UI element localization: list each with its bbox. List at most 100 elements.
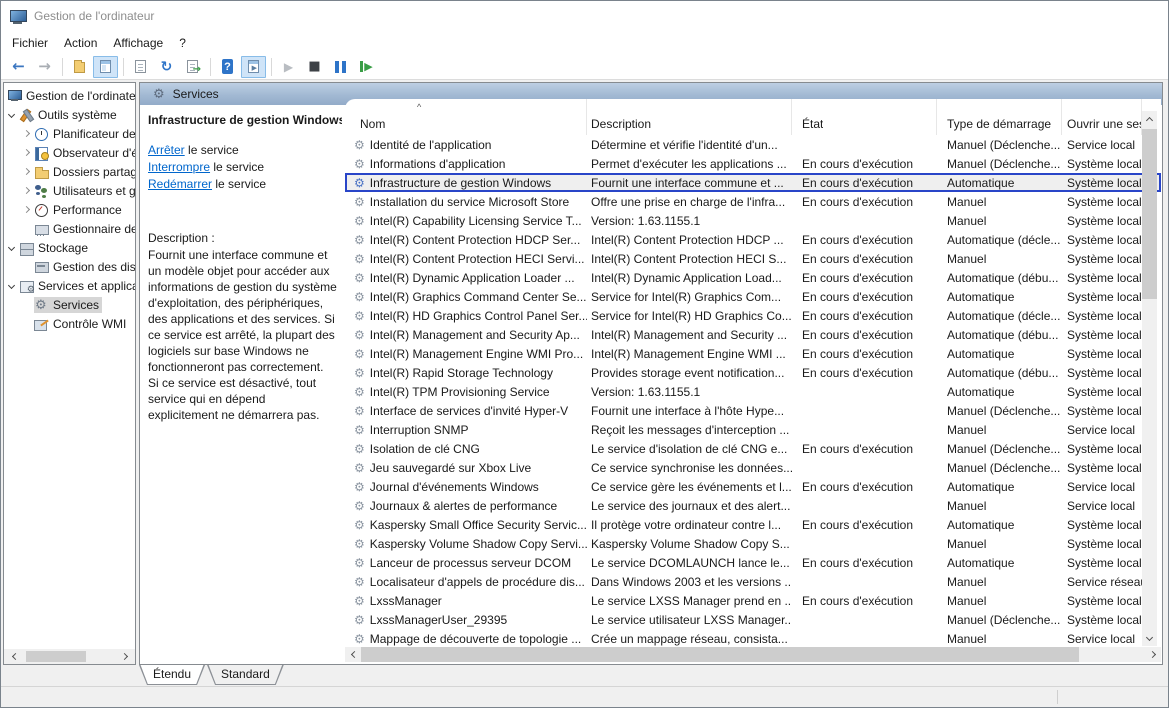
vertical-scrollbar[interactable] [1142, 111, 1157, 646]
export-list-button[interactable] [180, 56, 205, 78]
service-row[interactable]: ⚙Kaspersky Volume Shadow Copy Servi...Ka… [345, 534, 1161, 553]
tree-item-10[interactable]: Services et applications [4, 276, 135, 295]
properties-button[interactable] [128, 56, 153, 78]
pause-service-button[interactable] [328, 56, 353, 78]
column-header--tat[interactable]: État [792, 99, 937, 135]
tree-item-5[interactable]: Utilisateurs et groupes locaux [4, 181, 135, 200]
tab-label: Étendu [153, 665, 191, 681]
scroll-left-icon[interactable] [6, 649, 21, 664]
menu-item-action[interactable]: Action [56, 33, 105, 53]
scroll-up-icon[interactable] [1142, 111, 1157, 126]
tree-item-7[interactable]: Gestionnaire de périphériques [4, 219, 135, 238]
chevron-collapsed-icon[interactable] [19, 188, 34, 193]
stop-service-link[interactable]: Arrêter [148, 143, 185, 157]
chevron-collapsed-icon[interactable] [19, 131, 34, 136]
chevron-collapsed-icon[interactable] [19, 150, 34, 155]
service-startup-cell: Manuel [937, 575, 1062, 589]
menu-item-fichier[interactable]: Fichier [4, 33, 56, 53]
tree-item-label: Outils système [35, 107, 120, 123]
service-row[interactable]: ⚙Intel(R) Rapid Storage TechnologyProvid… [345, 363, 1161, 382]
tree-item-6[interactable]: Performance [4, 200, 135, 219]
stop-service-button[interactable]: ■ [302, 56, 327, 78]
tree-item-0[interactable]: Gestion de l'ordinateur [4, 86, 135, 105]
chevron-collapsed-icon[interactable] [19, 169, 34, 174]
column-header-type-de-d-marrage[interactable]: Type de démarrage [937, 99, 1062, 135]
vertical-scrollbar-thumb[interactable] [1142, 129, 1157, 299]
menu-item-help[interactable]: ? [171, 33, 194, 53]
service-logon-cell: Système local [1062, 271, 1142, 285]
service-row[interactable]: ⚙Intel(R) Management Engine WMI Pro...In… [345, 344, 1161, 363]
service-gear-icon: ⚙ [354, 405, 365, 417]
chevron-collapsed-icon[interactable] [19, 207, 34, 212]
tree-item-4[interactable]: Dossiers partagés [4, 162, 135, 181]
tree-horizontal-scrollbar[interactable] [4, 649, 135, 664]
service-row[interactable]: ⚙Informations d'applicationPermet d'exéc… [345, 154, 1161, 173]
scroll-right-icon[interactable] [118, 649, 133, 664]
service-row[interactable]: ⚙Intel(R) Capability Licensing Service T… [345, 211, 1161, 230]
service-row[interactable]: ⚙Intel(R) TPM Provisioning ServiceVersio… [345, 382, 1161, 401]
service-row[interactable]: ⚙LxssManagerUser_29395Le service utilisa… [345, 610, 1161, 629]
horizontal-scrollbar-thumb[interactable] [361, 647, 1079, 662]
service-startup-cell: Manuel (Déclenche... [937, 138, 1062, 152]
column-header-nom[interactable]: ^Nom [345, 99, 587, 135]
up-one-level-button[interactable] [67, 56, 92, 78]
service-name-cell: ⚙Jeu sauvegardé sur Xbox Live [345, 461, 587, 475]
service-row[interactable]: ⚙Intel(R) Dynamic Application Loader ...… [345, 268, 1161, 287]
service-logon-cell: Système local [1062, 442, 1142, 456]
show-console-tree-button[interactable] [93, 56, 118, 78]
service-row[interactable]: ⚙Intel(R) HD Graphics Control Panel Ser.… [345, 306, 1161, 325]
service-row[interactable]: ⚙Identité de l'applicationDétermine et v… [345, 135, 1161, 154]
service-row[interactable]: ⚙Installation du service Microsoft Store… [345, 192, 1161, 211]
service-row[interactable]: ⚙Mappage de découverte de topologie ...C… [345, 629, 1161, 648]
tree-item-11[interactable]: Services [4, 295, 135, 314]
column-header-label: Ouvrir une session en tant que [1067, 117, 1141, 131]
tab-standard[interactable]: Standard [207, 665, 284, 685]
service-gear-icon: ⚙ [354, 519, 365, 531]
chevron-expanded-icon[interactable] [4, 245, 19, 250]
tree-item-12[interactable]: Contrôle WMI [4, 314, 135, 333]
help-button[interactable] [215, 56, 240, 78]
service-row[interactable]: ⚙Journaux & alertes de performanceLe ser… [345, 496, 1161, 515]
service-row[interactable]: ⚙Interruption SNMPReçoit les messages d'… [345, 420, 1161, 439]
scroll-left-icon[interactable] [345, 647, 360, 662]
scroll-right-icon[interactable] [1146, 647, 1161, 662]
horizontal-scrollbar[interactable] [345, 647, 1161, 662]
tree-item-9[interactable]: Gestion des disques [4, 257, 135, 276]
service-row[interactable]: ⚙Localisateur d'appels de procédure dis.… [345, 572, 1161, 591]
service-row[interactable]: ⚙Lanceur de processus serveur DCOMLe ser… [345, 553, 1161, 572]
service-row[interactable]: ⚙Interface de services d'invité Hyper-VF… [345, 401, 1161, 420]
service-row[interactable]: ⚙Journal d'événements WindowsCe service … [345, 477, 1161, 496]
service-row[interactable]: ⚙Intel(R) Content Protection HDCP Ser...… [345, 230, 1161, 249]
service-name-cell: ⚙Interface de services d'invité Hyper-V [345, 404, 587, 418]
extended-view-button[interactable] [241, 56, 266, 78]
column-header-description[interactable]: Description [587, 99, 792, 135]
service-action-line: Interrompre le service [148, 160, 337, 174]
service-startup-cell: Manuel [937, 537, 1062, 551]
refresh-button[interactable]: ↻ [154, 56, 179, 78]
service-row[interactable]: ⚙Jeu sauvegardé sur Xbox LiveCe service … [345, 458, 1161, 477]
tree-item-8[interactable]: Stockage [4, 238, 135, 257]
menu-item-affichage[interactable]: Affichage [105, 33, 171, 53]
scroll-down-icon[interactable] [1142, 631, 1157, 646]
restart-service-button[interactable] [354, 56, 379, 78]
tree-item-3[interactable]: Observateur d'événements [4, 143, 135, 162]
service-row[interactable]: ⚙Kaspersky Small Office Security Servic.… [345, 515, 1161, 534]
chevron-expanded-icon[interactable] [4, 283, 19, 288]
chevron-expanded-icon[interactable] [4, 112, 19, 117]
back-button[interactable]: ← [6, 56, 31, 78]
service-row[interactable]: ⚙Intel(R) Content Protection HECI Servi.… [345, 249, 1161, 268]
service-name-cell: ⚙Interruption SNMP [345, 423, 587, 437]
tree-item-2[interactable]: Planificateur de tâches [4, 124, 135, 143]
service-startup-cell: Automatique (débu... [937, 328, 1062, 342]
restart-service-link[interactable]: Redémarrer [148, 177, 212, 191]
tree-item-1[interactable]: Outils système [4, 105, 135, 124]
tab-etendu[interactable]: Étendu [139, 665, 205, 685]
service-row[interactable]: ⚙Intel(R) Management and Security Ap...I… [345, 325, 1161, 344]
service-row[interactable]: ⚙Infrastructure de gestion WindowsFourni… [345, 173, 1161, 192]
service-row[interactable]: ⚙Isolation de clé CNGLe service d'isolat… [345, 439, 1161, 458]
service-row[interactable]: ⚙LxssManagerLe service LXSS Manager pren… [345, 591, 1161, 610]
service-row[interactable]: ⚙Intel(R) Graphics Command Center Se...S… [345, 287, 1161, 306]
tree-scrollbar-thumb[interactable] [26, 651, 86, 662]
column-header-ouvrir-une-session-en-tant-que[interactable]: Ouvrir une session en tant que [1062, 99, 1142, 135]
pause-service-link[interactable]: Interrompre [148, 160, 210, 174]
